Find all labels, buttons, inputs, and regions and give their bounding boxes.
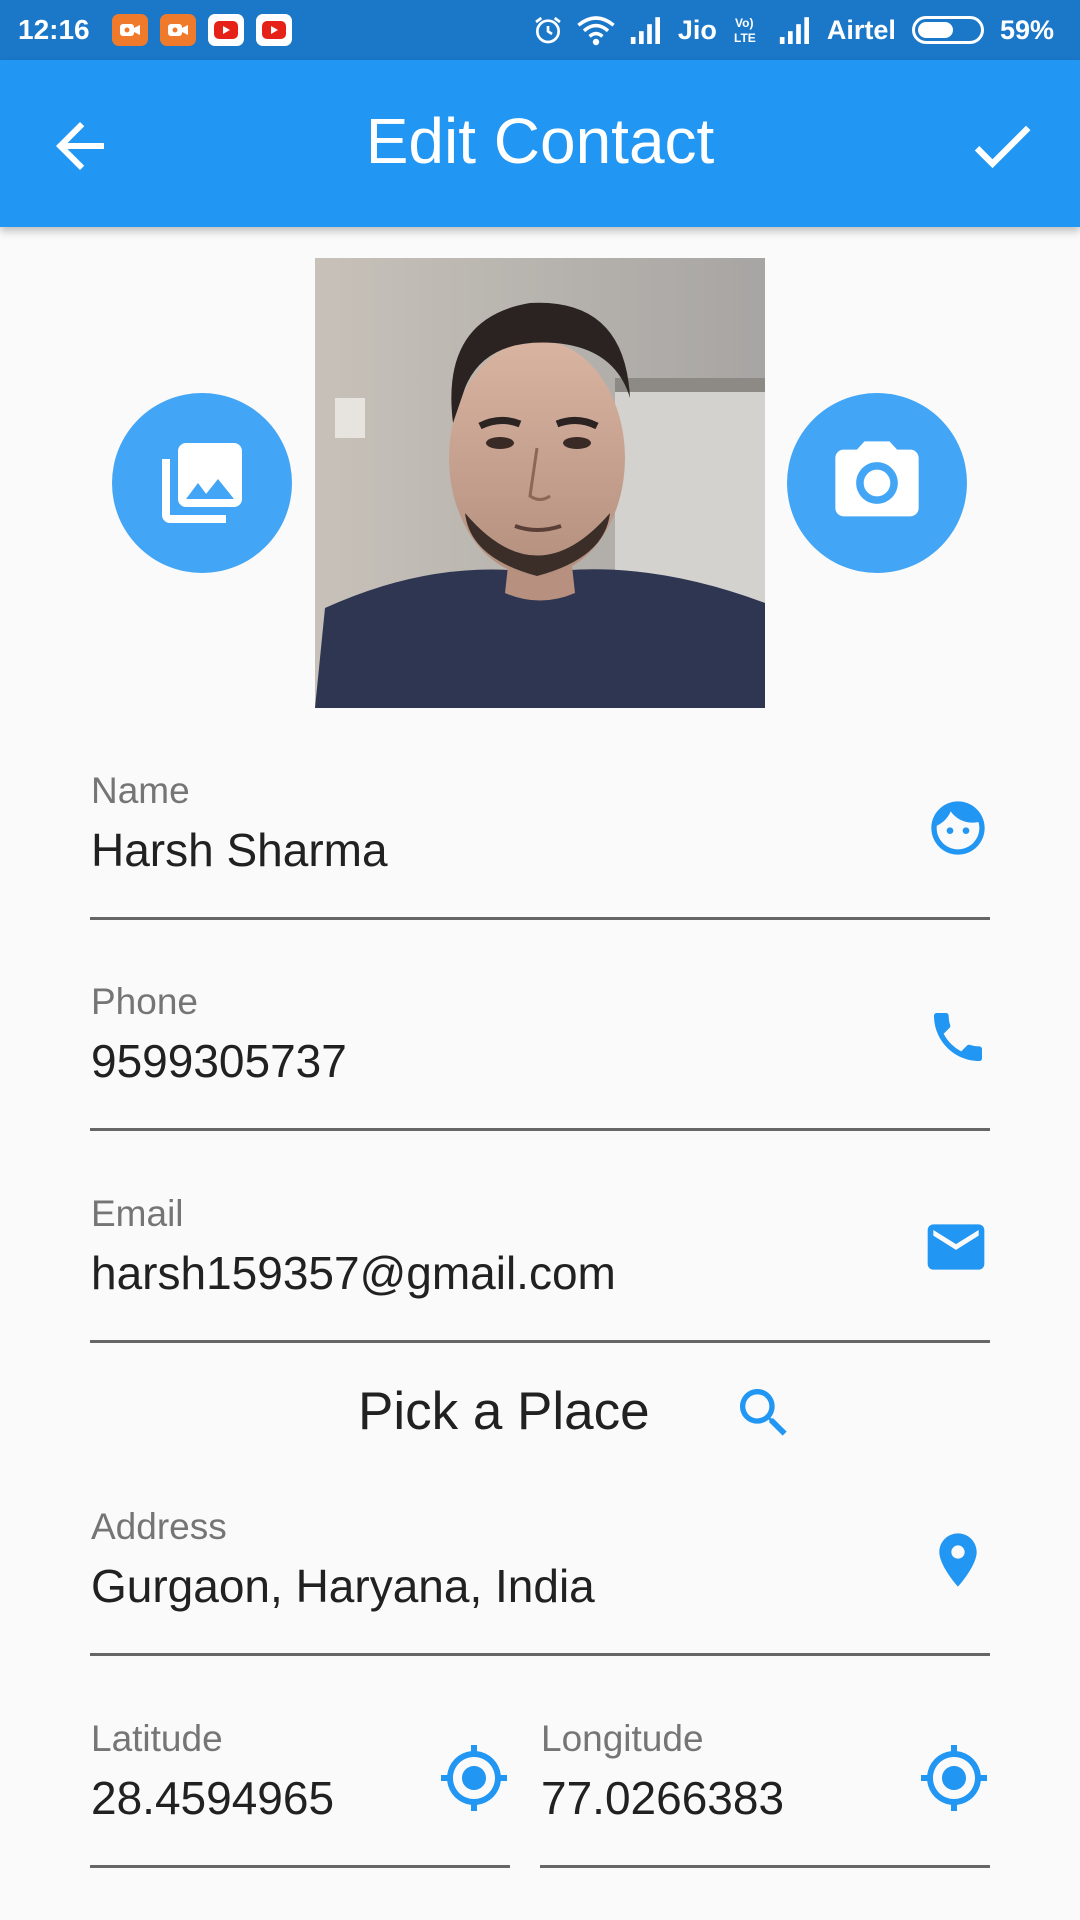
battery-fill <box>917 22 953 38</box>
carrier-airtel: Airtel <box>826 14 896 45</box>
screen-recorder-icon <box>159 14 196 46</box>
name-label: Name <box>91 770 190 811</box>
longitude-label: Longitude <box>541 1718 704 1759</box>
address-value[interactable]: Gurgaon, Haryana, India <box>91 1559 595 1613</box>
phone-icon <box>934 1013 982 1061</box>
youtube-icon <box>255 14 292 46</box>
check-icon <box>974 125 1031 169</box>
phone-field[interactable]: Phone 9599305737 <box>90 981 990 1131</box>
gps-fixed-icon[interactable] <box>918 1742 990 1814</box>
wifi-icon <box>577 16 615 46</box>
pick-place-row[interactable]: Pick a Place <box>0 1373 1080 1453</box>
screen-recorder-icon <box>111 14 148 46</box>
status-bar: 12:16 Jio Vo) LTE Airtel 59% <box>0 0 1080 60</box>
svg-text:LTE: LTE <box>734 31 756 45</box>
status-bar-right: Jio Vo) LTE Airtel 59% <box>526 14 1062 46</box>
contact-photo-image <box>315 258 765 708</box>
name-field[interactable]: Name Harsh Sharma <box>90 770 990 920</box>
signal-icon <box>779 17 809 44</box>
carrier-jio: Jio <box>677 14 717 45</box>
youtube-icon <box>207 14 244 46</box>
volte-icon: Vo)LTE <box>734 16 756 45</box>
svg-text:Vo): Vo) <box>735 16 753 30</box>
address-label: Address <box>91 1506 227 1547</box>
battery-percent: 59% <box>999 14 1054 45</box>
latitude-field[interactable]: Latitude 28.4594965 <box>90 1718 510 1868</box>
battery-icon <box>911 16 984 44</box>
gps-fixed-icon[interactable] <box>438 1742 510 1814</box>
name-value[interactable]: Harsh Sharma <box>91 823 388 877</box>
camera-button[interactable] <box>787 393 967 573</box>
search-icon[interactable] <box>732 1381 796 1445</box>
face-icon <box>931 801 985 855</box>
phone-value[interactable]: 9599305737 <box>91 1034 347 1088</box>
signal-icon <box>630 17 660 44</box>
longitude-value[interactable]: 77.0266383 <box>541 1771 784 1825</box>
email-field[interactable]: Email harsh159357@gmail.com <box>90 1193 990 1343</box>
app-bar: Edit Contact <box>0 60 1080 227</box>
alarm-icon <box>535 16 561 44</box>
email-icon <box>927 1224 985 1270</box>
longitude-field[interactable]: Longitude 77.0266383 <box>540 1718 990 1868</box>
page-title: Edit Contact <box>365 105 715 177</box>
save-button[interactable] <box>964 108 1040 184</box>
latitude-value[interactable]: 28.4594965 <box>91 1771 334 1825</box>
status-time: 12:16 <box>18 14 90 45</box>
email-value[interactable]: harsh159357@gmail.com <box>91 1246 616 1300</box>
phone-label: Phone <box>91 981 198 1022</box>
email-label: Email <box>91 1193 184 1234</box>
photo-library-icon <box>162 443 242 523</box>
address-field[interactable]: Address Gurgaon, Haryana, India <box>90 1506 990 1656</box>
pick-place-label[interactable]: Pick a Place <box>358 1381 650 1442</box>
gallery-button[interactable] <box>112 393 292 573</box>
latitude-label: Latitude <box>91 1718 223 1759</box>
status-bar-left: 12:16 <box>18 14 304 46</box>
contact-photo[interactable] <box>315 258 765 708</box>
location-pin-icon <box>939 1533 977 1587</box>
camera-icon <box>835 441 919 517</box>
